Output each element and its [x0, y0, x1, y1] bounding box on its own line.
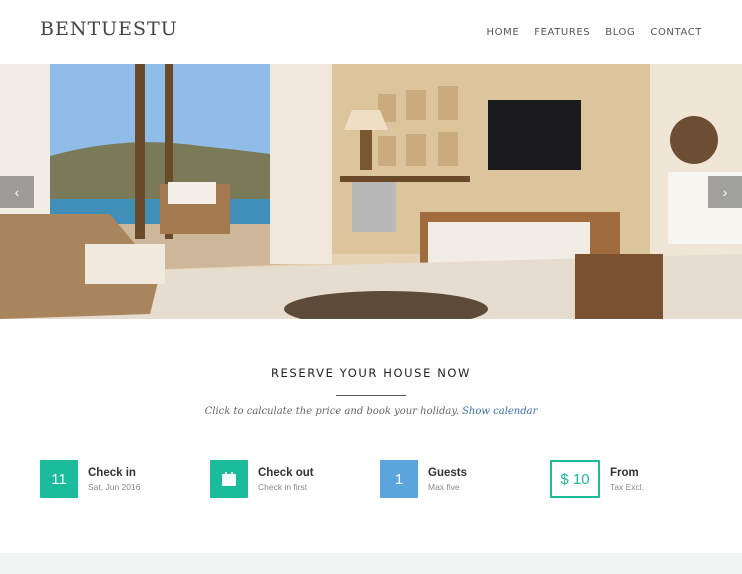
price-field: $ 10 From Tax Excl. — [550, 460, 644, 498]
footer-band — [0, 553, 742, 574]
guests-max: Max five — [428, 481, 460, 492]
reserve-title: RESERVE YOUR HOUSE NOW — [270, 366, 472, 380]
reserve-subtitle-text: Click to calculate the price and book yo… — [204, 406, 459, 417]
checkin-date: Sat, Jun 2016 — [88, 481, 141, 492]
price-tax-note: Tax Excl. — [610, 481, 645, 492]
price-label: From — [610, 466, 639, 479]
hero-slider: ‹ › — [0, 64, 742, 319]
price-texts: From Tax Excl. — [610, 467, 644, 492]
checkout-field[interactable]: Check out Check in first — [210, 460, 314, 498]
guests-texts: Guests Max five — [428, 467, 467, 492]
reserve-subtitle: Click to calculate the price and book yo… — [0, 406, 742, 417]
guests-label: Guests — [428, 466, 467, 479]
slider-prev-button[interactable]: ‹ — [0, 176, 34, 208]
checkout-label: Check out — [258, 466, 314, 479]
checkout-texts: Check out Check in first — [258, 467, 314, 492]
chevron-left-icon: ‹ — [14, 184, 20, 200]
nav-features[interactable]: FEATURES — [534, 27, 590, 38]
checkin-label: Check in — [88, 466, 136, 479]
title-divider — [336, 395, 406, 396]
site-logo[interactable]: BENTUESTU — [40, 18, 178, 40]
checkin-day-box[interactable]: 11 — [40, 460, 78, 498]
chevron-right-icon: › — [722, 184, 728, 200]
hero-image — [0, 64, 742, 319]
nav-blog[interactable]: BLOG — [605, 27, 635, 38]
slider-next-button[interactable]: › — [708, 176, 742, 208]
show-calendar-link[interactable]: Show calendar — [462, 406, 537, 417]
price-box: $ 10 — [550, 460, 600, 498]
guests-field[interactable]: 1 Guests Max five — [380, 460, 467, 498]
nav-contact[interactable]: CONTACT — [650, 27, 702, 38]
checkin-field[interactable]: 11 Check in Sat, Jun 2016 — [40, 460, 140, 498]
checkin-texts: Check in Sat, Jun 2016 — [88, 467, 140, 492]
guests-count-box[interactable]: 1 — [380, 460, 418, 498]
main-nav: HOME FEATURES BLOG CONTACT — [487, 27, 702, 38]
calendar-icon — [222, 472, 236, 486]
checkout-calendar-box[interactable] — [210, 460, 248, 498]
site-header: BENTUESTU HOME FEATURES BLOG CONTACT — [0, 0, 742, 64]
nav-home[interactable]: HOME — [487, 27, 520, 38]
checkout-hint: Check in first — [258, 481, 308, 492]
